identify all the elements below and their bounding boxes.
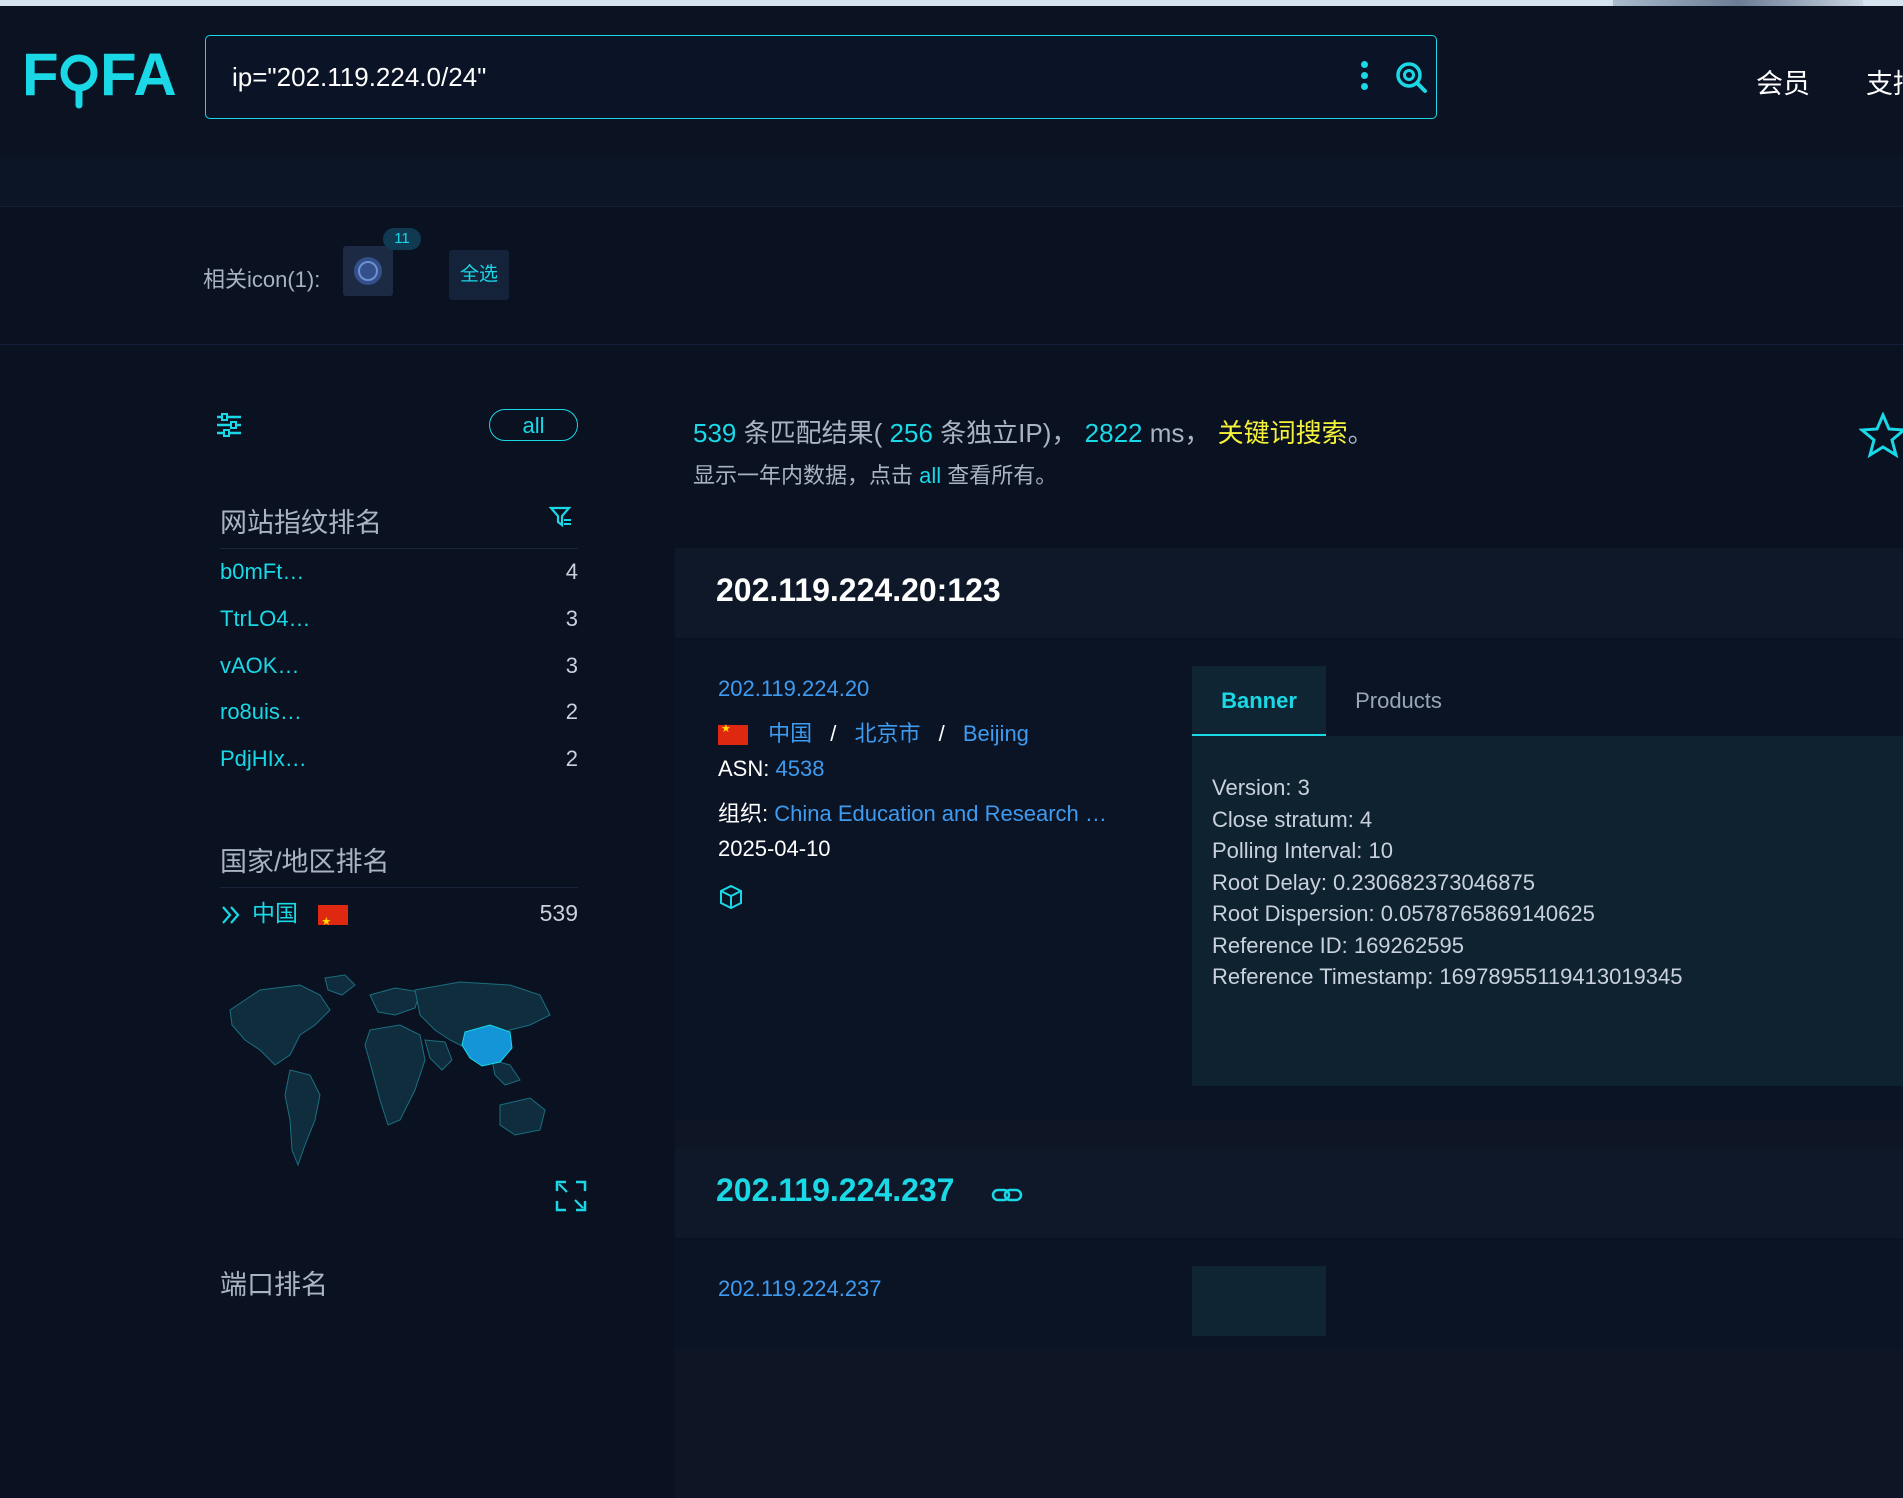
- banner-text: Version: 3 Close stratum: 4 Polling Inte…: [1212, 775, 1683, 989]
- section-divider: [220, 887, 578, 888]
- paren-open: (: [873, 418, 883, 448]
- filter-settings-icon[interactable]: [214, 410, 244, 440]
- result-host[interactable]: 202.119.224.237: [716, 1172, 954, 1209]
- fingerprint-row[interactable]: TtrLO4… 3: [220, 599, 578, 639]
- star-icon[interactable]: [1858, 411, 1903, 459]
- tab-banner[interactable]: Banner: [1192, 666, 1326, 736]
- location-region[interactable]: 北京市: [855, 721, 921, 746]
- time-ms-label: ms，: [1149, 418, 1211, 448]
- fingerprint-name[interactable]: ro8uis…: [220, 699, 302, 724]
- result-date: 2025-04-10: [718, 836, 831, 861]
- double-chevron-icon: [222, 906, 240, 924]
- tab-products[interactable]: Products: [1326, 666, 1471, 736]
- svg-text:F: F: [22, 41, 59, 108]
- country-name[interactable]: 中国: [252, 900, 298, 926]
- result-ip-link[interactable]: 202.119.224.20: [718, 676, 869, 701]
- result-tabs: [1192, 1266, 1903, 1336]
- port-ranking-title: 端口排名: [220, 1270, 328, 1300]
- location-city[interactable]: Beijing: [963, 721, 1029, 746]
- fingerprint-count: 3: [565, 606, 578, 631]
- banner-panel: Version: 3 Close stratum: 4 Polling Inte…: [1192, 736, 1903, 1086]
- result-tabs: Banner Products: [1192, 666, 1903, 736]
- sub-header-band: [0, 156, 1903, 207]
- fingerprint-count: 3: [565, 653, 578, 678]
- result-card-body: 202.119.224.20 中国 / 北京市 / Beijing ASN: 4…: [675, 640, 1903, 1120]
- fingerprint-count: 2: [565, 746, 578, 771]
- fingerprint-name[interactable]: TtrLO4…: [220, 606, 310, 631]
- fingerprint-name[interactable]: vAOK…: [220, 653, 299, 678]
- org-row: 组织: China Education and Research …: [718, 796, 1107, 828]
- result-card: 202.119.224.237 202.119.224.237: [675, 1148, 1903, 1350]
- fingerprint-row[interactable]: PdjHIx… 2: [220, 739, 578, 779]
- unique-ip-count: 256: [889, 418, 933, 448]
- data-range-note: 显示一年内数据，点击 all 查看所有。: [693, 458, 1057, 490]
- asn-link[interactable]: 4538: [775, 756, 824, 781]
- more-options-icon[interactable]: [1354, 58, 1374, 98]
- result-card-header: 202.119.224.20:123: [675, 548, 1903, 640]
- asn-label: ASN:: [718, 756, 770, 781]
- unique-ip-label: 条独立IP: [940, 418, 1043, 448]
- fingerprint-ranking-title: 网站指纹排名: [220, 508, 382, 538]
- country-ranking-title: 国家/地区排名: [220, 847, 390, 877]
- time-ms: 2822: [1084, 418, 1143, 448]
- favicon-thumbnail[interactable]: [343, 246, 393, 296]
- fofa-logo[interactable]: F FA: [22, 37, 178, 109]
- sidebar: all 网站指纹排名 b0mFt… 4 TtrLO4… 3 vAOK… 3 ro8ui…: [210, 380, 590, 1300]
- all-button[interactable]: all: [489, 409, 578, 441]
- result-host[interactable]: 202.119.224.20:123: [716, 572, 1001, 609]
- note-prefix: 显示一年内数据，点击: [693, 463, 914, 488]
- country-row[interactable]: 中国 539: [220, 893, 578, 942]
- funnel-icon[interactable]: [548, 505, 573, 529]
- result-ip-link[interactable]: 202.119.224.237: [718, 1276, 882, 1301]
- expand-icon[interactable]: [555, 1180, 587, 1212]
- summary-period: 。: [1347, 418, 1374, 448]
- result-card-header: 202.119.224.237: [675, 1148, 1903, 1240]
- nav-support[interactable]: 支持: [1866, 62, 1903, 101]
- fingerprint-row[interactable]: vAOK… 3: [220, 646, 578, 686]
- svg-text:FA: FA: [100, 41, 177, 108]
- fingerprint-row[interactable]: ro8uis… 2: [220, 692, 578, 732]
- tab-banner[interactable]: [1192, 1266, 1326, 1336]
- china-flag-icon: [318, 902, 349, 942]
- fingerprint-row[interactable]: b0mFt… 4: [220, 552, 578, 592]
- location-country[interactable]: 中国: [768, 721, 812, 746]
- match-label: 条匹配结果: [743, 418, 874, 448]
- fingerprint-count: 2: [565, 699, 578, 724]
- cube-icon[interactable]: [718, 884, 744, 910]
- keyword-search-link[interactable]: 关键词搜索: [1218, 418, 1348, 448]
- select-all-button[interactable]: 全选: [449, 250, 509, 300]
- result-summary: 539 条匹配结果( 256 条独立IP)， 2822 ms， 关键词搜索。: [693, 413, 1374, 450]
- china-flag-icon: [718, 722, 748, 746]
- icon-count-badge: 11: [383, 228, 421, 250]
- link-icon[interactable]: [991, 1185, 1023, 1205]
- asn-row: ASN: 4538: [718, 756, 824, 782]
- related-icon-label: 相关icon(1):: [203, 267, 321, 292]
- match-count: 539: [693, 418, 737, 448]
- paren-close: )，: [1042, 418, 1078, 448]
- search-input[interactable]: [230, 56, 1314, 98]
- view-all-link[interactable]: all: [919, 463, 941, 488]
- note-suffix: 查看所有。: [947, 463, 1058, 488]
- search-icon[interactable]: [1394, 60, 1428, 94]
- result-card-body: 202.119.224.237: [675, 1240, 1903, 1350]
- fingerprint-name[interactable]: b0mFt…: [220, 559, 304, 584]
- result-card: 202.119.224.20:123 202.119.224.20 中国 / 北…: [675, 548, 1903, 1498]
- fingerprint-count: 4: [565, 559, 578, 584]
- fingerprint-name[interactable]: PdjHIx…: [220, 746, 307, 771]
- org-link[interactable]: China Education and Research …: [774, 801, 1107, 826]
- nav-member[interactable]: 会员: [1756, 62, 1810, 101]
- org-label: 组织:: [718, 801, 769, 826]
- country-count: 539: [539, 900, 578, 926]
- search-box: [205, 35, 1437, 119]
- world-map[interactable]: [220, 970, 570, 1185]
- section-divider: [220, 548, 578, 549]
- location-row: 中国 / 北京市 / Beijing: [718, 716, 1029, 748]
- results-main: 539 条匹配结果( 256 条独立IP)， 2822 ms， 关键词搜索。 显…: [675, 380, 1903, 1498]
